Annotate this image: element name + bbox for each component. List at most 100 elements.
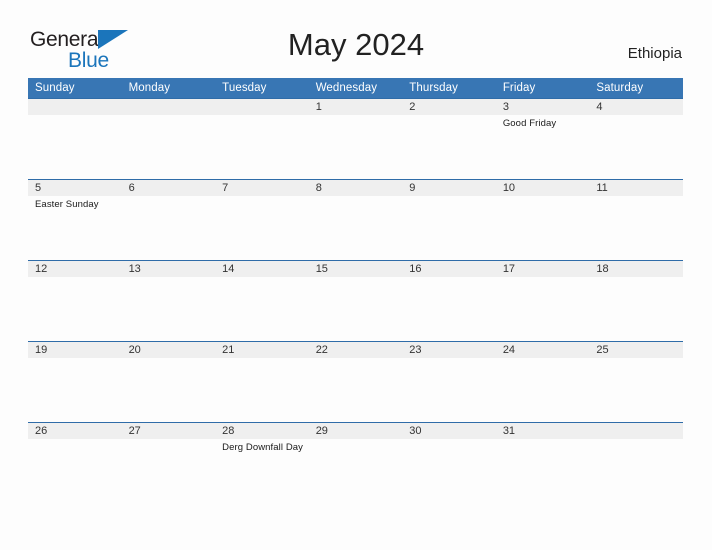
day-number: 11 — [589, 180, 683, 196]
calendar-table: Sunday Monday Tuesday Wednesday Thursday… — [28, 78, 683, 504]
day-number — [28, 99, 122, 115]
calendar-week-row: 5 Easter Sunday 6 7 8 9 10 11 — [28, 179, 683, 261]
day-number: 26 — [28, 423, 122, 439]
calendar-week-row: 12 13 14 15 16 17 18 — [28, 260, 683, 342]
day-cell-content: 2 — [402, 99, 496, 179]
calendar-day-cell[interactable]: 26 — [28, 422, 122, 504]
day-number: 12 — [28, 261, 122, 277]
calendar-day-cell[interactable]: 4 — [589, 98, 683, 180]
calendar-day-cell[interactable]: 14 — [215, 260, 309, 342]
calendar-container: Sunday Monday Tuesday Wednesday Thursday… — [28, 78, 683, 504]
day-number: 25 — [589, 342, 683, 358]
day-cell-content: 6 — [121, 180, 216, 260]
day-cell-content: 19 — [28, 342, 122, 422]
day-number: 30 — [402, 423, 496, 439]
day-cell-content: 1 — [308, 99, 403, 179]
day-cell-content: 30 — [402, 423, 496, 504]
page-title: May 2024 — [287, 27, 425, 62]
calendar-day-cell[interactable]: 3 Good Friday — [495, 98, 590, 180]
day-number: 1 — [308, 99, 403, 115]
calendar-day-cell[interactable]: 19 — [28, 341, 122, 423]
day-number: 8 — [308, 180, 403, 196]
calendar-day-cell[interactable]: 15 — [308, 260, 403, 342]
calendar-empty-cell — [589, 422, 683, 504]
calendar-week-row: 1 2 3 Good Friday 4 — [28, 98, 683, 180]
day-cell-content: 11 — [589, 180, 683, 260]
day-cell-content: 5 Easter Sunday — [28, 180, 122, 260]
day-cell-content: 26 — [28, 423, 122, 504]
day-cell-content — [28, 99, 122, 179]
calendar-day-cell[interactable]: 11 — [589, 179, 683, 261]
day-cell-content: 20 — [121, 342, 216, 422]
day-cell-content: 22 — [308, 342, 403, 422]
calendar-page: General Blue May 2024 Ethiopia Sunday Mo… — [0, 0, 712, 550]
day-number: 6 — [121, 180, 216, 196]
day-number: 20 — [121, 342, 216, 358]
calendar-day-cell[interactable]: 28 Derg Downfall Day — [215, 422, 309, 504]
day-cell-content: 15 — [308, 261, 403, 341]
day-number — [121, 99, 216, 115]
day-cell-content: 18 — [589, 261, 683, 341]
calendar-day-cell[interactable]: 30 — [402, 422, 496, 504]
calendar-day-cell[interactable]: 31 — [495, 422, 590, 504]
calendar-day-cell[interactable]: 2 — [402, 98, 496, 180]
calendar-day-cell[interactable]: 29 — [308, 422, 403, 504]
calendar-day-cell[interactable]: 22 — [308, 341, 403, 423]
day-number: 28 — [215, 423, 309, 439]
weekday-header-wednesday: Wednesday — [308, 78, 403, 99]
day-number: 21 — [215, 342, 309, 358]
day-number: 16 — [402, 261, 496, 277]
day-number — [215, 99, 309, 115]
day-number: 10 — [495, 180, 590, 196]
day-number: 29 — [308, 423, 403, 439]
day-cell-content: 31 — [495, 423, 590, 504]
calendar-week-row: 19 20 21 22 23 24 25 — [28, 341, 683, 423]
calendar-day-cell[interactable]: 5 Easter Sunday — [28, 179, 122, 261]
day-cell-content: 13 — [121, 261, 216, 341]
calendar-day-cell[interactable]: 20 — [121, 341, 216, 423]
day-number: 18 — [589, 261, 683, 277]
calendar-day-cell[interactable]: 1 — [308, 98, 403, 180]
calendar-day-cell[interactable]: 9 — [402, 179, 496, 261]
calendar-week-row: 26 27 28 Derg Downfall Day 29 30 31 — [28, 422, 683, 504]
day-cell-content: 4 — [589, 99, 683, 179]
calendar-day-cell[interactable]: 24 — [495, 341, 590, 423]
calendar-day-cell[interactable]: 6 — [121, 179, 216, 261]
calendar-day-cell[interactable]: 17 — [495, 260, 590, 342]
day-cell-content — [589, 423, 683, 504]
page-header: General Blue May 2024 Ethiopia — [0, 0, 712, 78]
day-cell-content: 17 — [495, 261, 590, 341]
day-cell-content: 21 — [215, 342, 309, 422]
day-number: 3 — [495, 99, 590, 115]
calendar-empty-cell — [121, 98, 216, 180]
calendar-day-cell[interactable]: 18 — [589, 260, 683, 342]
calendar-day-cell[interactable]: 10 — [495, 179, 590, 261]
day-cell-content: 29 — [308, 423, 403, 504]
calendar-day-cell[interactable]: 8 — [308, 179, 403, 261]
day-number: 19 — [28, 342, 122, 358]
calendar-day-cell[interactable]: 23 — [402, 341, 496, 423]
day-cell-content: 23 — [402, 342, 496, 422]
calendar-day-cell[interactable]: 25 — [589, 341, 683, 423]
day-number: 27 — [121, 423, 216, 439]
day-number: 31 — [495, 423, 590, 439]
weekday-header-sunday: Sunday — [28, 78, 122, 99]
calendar-day-cell[interactable]: 16 — [402, 260, 496, 342]
calendar-day-cell[interactable]: 7 — [215, 179, 309, 261]
day-cell-content: 14 — [215, 261, 309, 341]
day-cell-content — [215, 99, 309, 179]
calendar-day-cell[interactable]: 13 — [121, 260, 216, 342]
calendar-day-cell[interactable]: 12 — [28, 260, 122, 342]
day-cell-content: 7 — [215, 180, 309, 260]
day-number: 17 — [495, 261, 590, 277]
calendar-day-cell[interactable]: 27 — [121, 422, 216, 504]
holiday-event-label: Derg Downfall Day — [222, 442, 304, 453]
day-cell-content: 10 — [495, 180, 590, 260]
day-number: 14 — [215, 261, 309, 277]
weekday-header-thursday: Thursday — [402, 78, 496, 99]
day-cell-content: 3 Good Friday — [495, 99, 590, 179]
calendar-day-cell[interactable]: 21 — [215, 341, 309, 423]
day-cell-content: 27 — [121, 423, 216, 504]
weekday-header-friday: Friday — [495, 78, 590, 99]
holiday-event-label: Good Friday — [502, 118, 557, 129]
